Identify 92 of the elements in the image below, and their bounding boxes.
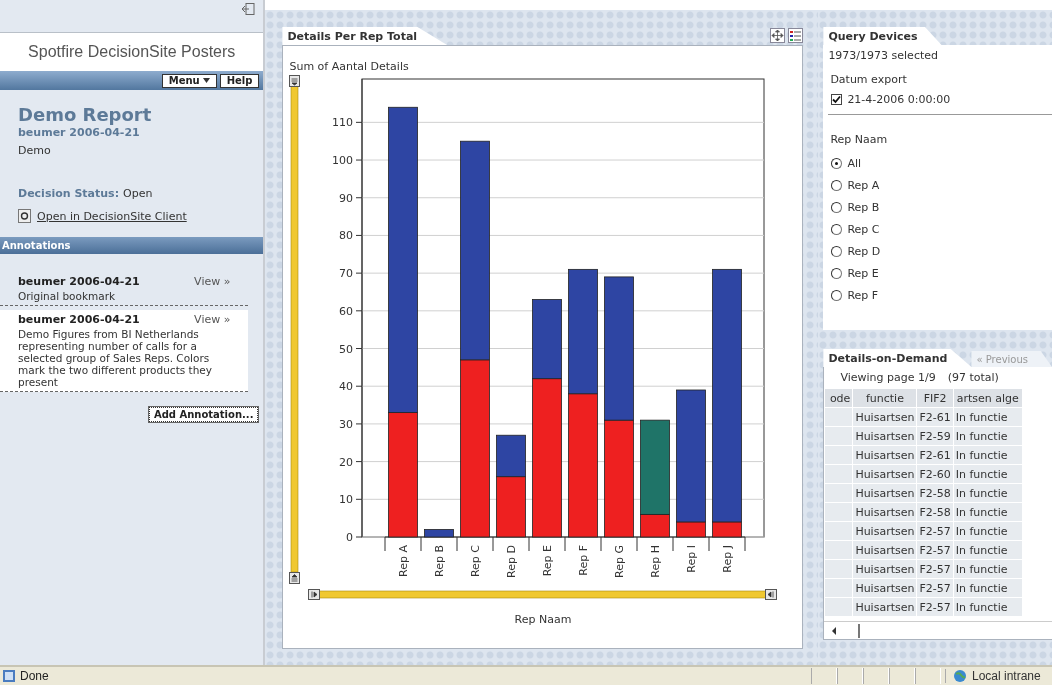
column-header[interactable]: ode — [824, 388, 853, 408]
radio-label: Rep A — [847, 178, 880, 192]
report-byline: beumer 2006-04-21 — [18, 126, 141, 139]
y-tick-label: 90 — [339, 191, 354, 205]
y-tick-label: 20 — [339, 455, 354, 469]
annotation-author: beumer 2006-04-21 — [18, 275, 140, 288]
status-value: Open — [123, 187, 153, 200]
x-tick-label: Rep B — [433, 545, 447, 577]
y-tick-label: 0 — [346, 531, 354, 544]
radio-label: Rep F — [847, 288, 879, 302]
app-title: Spotfire DecisionSite Posters — [28, 43, 236, 61]
x-tick-label: Rep G — [613, 545, 627, 578]
status-pane — [863, 668, 889, 684]
checkbox[interactable] — [831, 93, 843, 105]
annotation-item[interactable]: beumer 2006-04-21 View » Demo Figures from BI Netherlands representing number of calls for a selected group of Sales Reps. Colors mark the two different products they present — [0, 310, 249, 393]
annotation-text: Demo Figures from BI Netherlands representing number of calls for a selected group of Sales Reps. Colors mark the two different products they present — [18, 328, 213, 389]
status-text: Done — [20, 669, 49, 683]
document-icon — [18, 209, 31, 223]
y-tick-label: 110 — [332, 116, 354, 130]
page-indicator: Viewing page 1/9 — [840, 371, 936, 384]
y-tick-label: 30 — [339, 417, 354, 431]
panel-tab[interactable]: Details-on-Demand — [823, 349, 972, 367]
checkbox-label: 21-4-2006 0:00:00 — [847, 92, 951, 106]
view-link[interactable]: View » — [194, 313, 231, 327]
open-client-link[interactable]: Open in DecisionSite Client — [37, 209, 187, 223]
x-axis-title: Rep Naam — [515, 613, 572, 626]
radio-label: Rep C — [847, 222, 880, 236]
radio-label: Rep E — [847, 266, 879, 280]
panel-tab[interactable]: Details Per Rep Total — [282, 27, 448, 45]
radio-button[interactable] — [831, 201, 843, 213]
annotations-header: Annotations — [0, 237, 264, 254]
filter-title: Datum export — [830, 73, 908, 86]
page-icon — [2, 669, 16, 683]
y-tick-label: 60 — [339, 304, 354, 318]
x-tick-label: Rep J — [721, 545, 735, 573]
globe-icon — [952, 669, 968, 683]
zone-text: Local intrane — [972, 669, 1041, 683]
caret-icon — [202, 78, 210, 83]
view-link[interactable]: View » — [194, 275, 231, 288]
annotation-item[interactable]: beumer 2006-04-21 View » Original bookmark — [0, 272, 249, 307]
y-tick-label: 50 — [339, 342, 354, 356]
radio-button[interactable] — [831, 267, 843, 279]
help-button[interactable]: Help — [219, 73, 260, 88]
add-annotation-button[interactable]: Add Annotation... — [148, 407, 259, 423]
column-header[interactable]: FIF2 — [916, 388, 954, 408]
x-tick-label: Rep E — [541, 545, 555, 577]
chart-bar — [496, 476, 527, 538]
vertical-range-slider[interactable] — [289, 75, 301, 584]
status-pane — [915, 668, 941, 684]
column-header[interactable]: artsen alge — [953, 388, 1023, 408]
annotation-text: Original bookmark — [18, 290, 117, 303]
x-tick-label: Rep I — [685, 545, 699, 573]
y-tick-label: 40 — [339, 380, 354, 394]
move-icon[interactable] — [770, 28, 786, 43]
chart-bar — [424, 529, 455, 538]
annotation-author: beumer 2006-04-21 — [18, 313, 140, 327]
chart-bar — [496, 434, 527, 478]
status-pane — [837, 668, 863, 684]
radio-label: All — [847, 156, 861, 170]
y-tick-label: 10 — [339, 493, 354, 507]
y-tick-label: 70 — [339, 267, 354, 281]
y-tick-label: 80 — [339, 229, 354, 243]
legend-icon[interactable] — [788, 28, 804, 43]
radio-button[interactable] — [831, 245, 843, 257]
horizontal-scrollbar[interactable] — [824, 621, 1052, 639]
horizontal-range-slider[interactable] — [308, 589, 778, 600]
x-tick-label: Rep H — [649, 545, 663, 578]
x-tick-label: Rep D — [505, 545, 519, 578]
radio-button[interactable] — [831, 223, 843, 235]
radio-button[interactable] — [831, 179, 843, 191]
status-pane — [889, 668, 915, 684]
total-count: (97 total) — [947, 371, 999, 384]
y-tick-label: 100 — [332, 154, 354, 168]
collapse-panel-icon[interactable] — [241, 3, 256, 15]
y-axis-title: Sum of Aantal Details — [288, 60, 410, 75]
status-pane — [811, 668, 837, 684]
report-description: Demo — [18, 144, 52, 157]
radio-button[interactable] — [831, 289, 843, 301]
x-tick-label: Rep A — [397, 545, 411, 577]
menu-button[interactable]: Menu — [161, 73, 217, 88]
panel-tab[interactable]: Query Devices — [823, 27, 942, 45]
x-tick-label: Rep F — [577, 545, 591, 576]
selection-summary: 1973/1973 selected — [828, 49, 939, 62]
column-header[interactable]: functie — [852, 388, 917, 408]
filter-title: Rep Naam — [830, 133, 889, 146]
radio-button[interactable] — [831, 157, 843, 169]
report-title: Demo Report — [18, 104, 153, 125]
x-tick-label: Rep C — [469, 545, 483, 578]
radio-label: Rep D — [847, 244, 881, 258]
scroll-left-icon[interactable] — [830, 625, 839, 636]
radio-label: Rep B — [847, 200, 880, 214]
status-label: Decision Status: — [18, 187, 120, 200]
